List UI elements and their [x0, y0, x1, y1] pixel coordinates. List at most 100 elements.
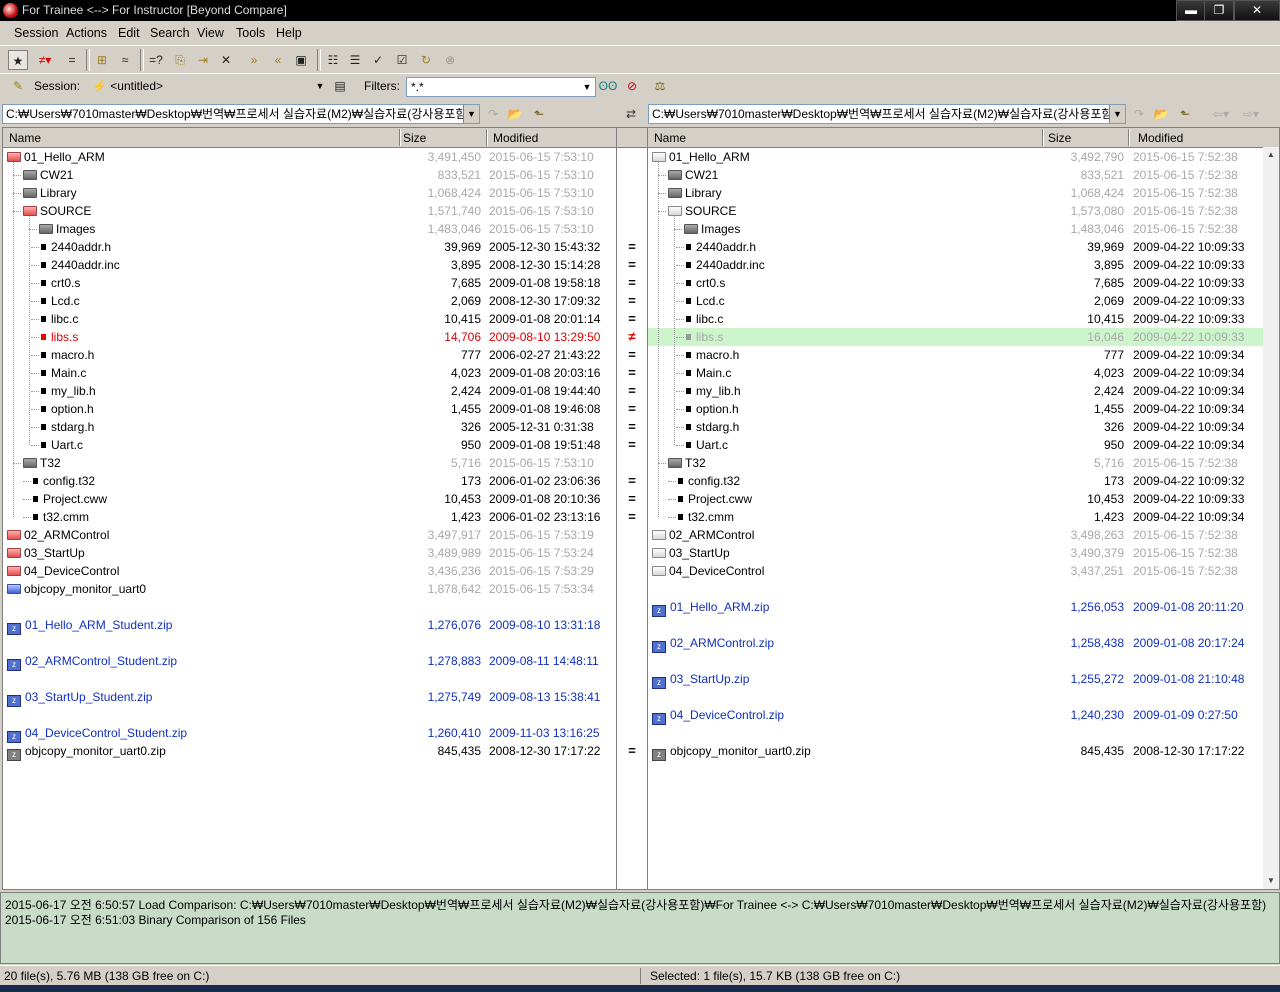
right-history-icon[interactable]: ↷: [1130, 105, 1148, 123]
glasses-icon[interactable]: ʘʘ: [598, 76, 618, 96]
column-name[interactable]: Name: [9, 131, 41, 145]
compare-contents-icon[interactable]: =?: [146, 50, 166, 70]
file-row[interactable]: stdarg.h 326 2005-12-31 0:31:38: [3, 418, 616, 436]
copy-to-folder-icon[interactable]: ⎘: [170, 50, 190, 70]
file-row[interactable]: Library 1,068,424 2015-06-15 7:53:10: [3, 184, 616, 202]
refresh-icon[interactable]: ↻: [416, 50, 436, 70]
chevron-down-icon[interactable]: ▼: [1109, 105, 1125, 123]
right-path-input[interactable]: C:₩Users₩7010master₩Desktop₩번역₩프로세서 실습자료…: [648, 104, 1126, 124]
file-row[interactable]: z 04_DeviceControl_Student.zip 1,260,410 20…: [3, 724, 616, 743]
chevron-down-icon[interactable]: ▼: [312, 77, 328, 95]
attributes-icon[interactable]: ☑: [392, 50, 412, 70]
show-all-icon[interactable]: ★: [8, 50, 28, 70]
file-row[interactable]: config.t32 173 2006-01-02 23:06:36: [3, 472, 616, 490]
file-row[interactable]: my_lib.h 2,424 2009-04-22 10:09:34: [648, 382, 1279, 400]
file-row[interactable]: 04_DeviceControl 3,436,236 2015-06-15 7:53…: [3, 562, 616, 580]
filters-input[interactable]: *.* ▼: [406, 77, 596, 97]
file-row[interactable]: z 02_ARMControl_Student.zip 1,278,883 2009-…: [3, 652, 616, 671]
file-row[interactable]: 2440addr.h 39,969 2005-12-30 15:43:32: [3, 238, 616, 256]
close-button[interactable]: ✕: [1234, 0, 1280, 21]
left-history-icon[interactable]: ↷: [484, 105, 502, 123]
sync-left-icon[interactable]: «: [268, 50, 288, 70]
file-row[interactable]: Library 1,068,424 2015-06-15 7:52:38: [648, 184, 1279, 202]
filter-off-icon[interactable]: ⊘: [622, 76, 642, 96]
file-row[interactable]: t32.cmm 1,423 2006-01-02 23:13:16: [3, 508, 616, 526]
scroll-down-icon[interactable]: ▼: [1263, 873, 1279, 889]
file-row[interactable]: t32.cmm 1,423 2009-04-22 10:09:34: [648, 508, 1279, 526]
file-row[interactable]: z 01_Hello_ARM.zip 1,256,053 2009-01-08 20:…: [648, 598, 1279, 617]
file-row[interactable]: z 02_ARMControl.zip 1,258,438 2009-01-08 20…: [648, 634, 1279, 653]
menu-search[interactable]: Search: [150, 26, 190, 40]
file-row[interactable]: libc.c 10,415 2009-01-08 20:01:14: [3, 310, 616, 328]
file-row[interactable]: Images 1,483,046 2015-06-15 7:53:10: [3, 220, 616, 238]
menu-session[interactable]: Session: [14, 26, 58, 40]
tree-view-icon[interactable]: ☷: [323, 50, 343, 70]
chevron-down-icon[interactable]: ▼: [579, 78, 595, 96]
log-panel[interactable]: 2015-06-17 오전 6:50:57 Load Comparison: C…: [0, 892, 1280, 964]
snapshot-icon[interactable]: ▣: [291, 50, 311, 70]
left-path-input[interactable]: C:₩Users₩7010master₩Desktop₩번역₩프로세서 실습자료…: [2, 104, 480, 124]
expand-icon[interactable]: ⊞: [92, 50, 112, 70]
sync-right-icon[interactable]: »: [244, 50, 264, 70]
rules-icon[interactable]: ⚖: [650, 76, 670, 96]
file-row[interactable]: crt0.s 7,685 2009-04-22 10:09:33: [648, 274, 1279, 292]
menu-tools[interactable]: Tools: [236, 26, 265, 40]
file-row[interactable]: 02_ARMControl 3,498,263 2015-06-15 7:52:38: [648, 526, 1279, 544]
file-row[interactable]: option.h 1,455 2009-01-08 19:46:08: [3, 400, 616, 418]
binary-icon[interactable]: ≈: [115, 50, 135, 70]
column-divider[interactable]: [399, 129, 401, 146]
file-row[interactable]: libc.c 10,415 2009-04-22 10:09:33: [648, 310, 1279, 328]
left-up-folder-icon[interactable]: ⬑: [530, 105, 548, 123]
file-row[interactable]: 01_Hello_ARM 3,492,790 2015-06-15 7:52:38: [648, 148, 1279, 166]
file-row[interactable]: Lcd.c 2,069 2009-04-22 10:09:33: [648, 292, 1279, 310]
file-row[interactable]: 03_StartUp 3,489,989 2015-06-15 7:53:24: [3, 544, 616, 562]
file-row[interactable]: CW21 833,521 2015-06-15 7:53:10: [3, 166, 616, 184]
show-same-icon[interactable]: =: [62, 50, 82, 70]
column-size[interactable]: Size: [1048, 131, 1071, 145]
show-differences-icon[interactable]: ≠▾: [32, 50, 58, 70]
file-row[interactable]: macro.h 777 2009-04-22 10:09:34: [648, 346, 1279, 364]
maximize-button[interactable]: ❐: [1204, 0, 1234, 21]
file-row[interactable]: macro.h 777 2006-02-27 21:43:22: [3, 346, 616, 364]
file-row[interactable]: objcopy_monitor_uart0 1,878,642 2015-06-15…: [3, 580, 616, 598]
file-row[interactable]: 02_ARMControl 3,497,917 2015-06-15 7:53:19: [3, 526, 616, 544]
menu-help[interactable]: Help: [276, 26, 302, 40]
column-modified[interactable]: Modified: [1138, 131, 1183, 145]
right-file-pane[interactable]: Name Size Modified 01_Hello_ARM 3,492,790…: [647, 127, 1280, 890]
menu-view[interactable]: View: [197, 26, 224, 40]
file-row[interactable]: Project.cww 10,453 2009-01-08 20:10:36: [3, 490, 616, 508]
scroll-up-icon[interactable]: ▲: [1263, 147, 1279, 163]
swap-sides-icon[interactable]: ⇄: [622, 105, 640, 123]
file-row[interactable]: my_lib.h 2,424 2009-01-08 19:44:40: [3, 382, 616, 400]
menu-edit[interactable]: Edit: [118, 26, 140, 40]
left-browse-icon[interactable]: 📂: [506, 105, 524, 123]
file-row[interactable]: Main.c 4,023 2009-04-22 10:09:34: [648, 364, 1279, 382]
session-combo[interactable]: ⚡ <untitled> ▼: [88, 77, 328, 97]
save-session-icon[interactable]: ▤: [330, 76, 350, 96]
file-row[interactable]: T32 5,716 2015-06-15 7:52:38: [648, 454, 1279, 472]
column-size[interactable]: Size: [403, 131, 426, 145]
forward-icon[interactable]: ⇨▾: [1236, 105, 1266, 123]
file-row[interactable]: Lcd.c 2,069 2008-12-30 17:09:32: [3, 292, 616, 310]
file-row[interactable]: 04_DeviceControl 3,437,251 2015-06-15 7:52…: [648, 562, 1279, 580]
file-row[interactable]: Main.c 4,023 2009-01-08 20:03:16: [3, 364, 616, 382]
file-row[interactable]: Uart.c 950 2009-01-08 19:51:48: [3, 436, 616, 454]
right-scrollbar[interactable]: ▲ ▼: [1263, 147, 1279, 889]
check-icon[interactable]: ✓: [368, 50, 388, 70]
file-row[interactable]: z objcopy_monitor_uart0.zip 845,435 2008-12…: [3, 742, 616, 761]
right-up-folder-icon[interactable]: ⬑: [1176, 105, 1194, 123]
file-row[interactable]: SOURCE 1,573,080 2015-06-15 7:52:38: [648, 202, 1279, 220]
file-row[interactable]: z 01_Hello_ARM_Student.zip 1,276,076 2009-0…: [3, 616, 616, 635]
file-row[interactable]: 2440addr.inc 3,895 2009-04-22 10:09:33: [648, 256, 1279, 274]
file-row[interactable]: Uart.c 950 2009-04-22 10:09:34: [648, 436, 1279, 454]
column-modified[interactable]: Modified: [493, 131, 538, 145]
file-row[interactable]: 2440addr.inc 3,895 2008-12-30 15:14:28: [3, 256, 616, 274]
move-to-folder-icon[interactable]: ⇥: [193, 50, 213, 70]
column-divider[interactable]: [1128, 129, 1130, 146]
back-icon[interactable]: ⇦▾: [1206, 105, 1236, 123]
file-row[interactable]: 03_StartUp 3,490,379 2015-06-15 7:52:38: [648, 544, 1279, 562]
file-row[interactable]: SOURCE 1,571,740 2015-06-15 7:53:10: [3, 202, 616, 220]
file-row[interactable]: stdarg.h 326 2009-04-22 10:09:34: [648, 418, 1279, 436]
file-row[interactable]: CW21 833,521 2015-06-15 7:52:38: [648, 166, 1279, 184]
file-row[interactable]: z 03_StartUp.zip 1,255,272 2009-01-08 21:10…: [648, 670, 1279, 689]
